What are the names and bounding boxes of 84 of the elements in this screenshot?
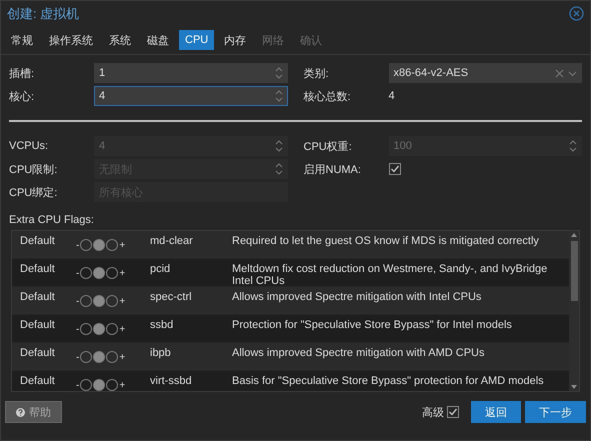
- tab[interactable]: CPU: [179, 30, 214, 50]
- table-cell-text: pcid: [150, 263, 172, 277]
- spinner-arrows-icon[interactable]: [274, 66, 282, 80]
- minus-label: -: [76, 324, 80, 334]
- clear-icon[interactable]: [555, 68, 564, 78]
- plus-label: +: [119, 324, 126, 334]
- plus-label: +: [119, 352, 126, 362]
- dialog-button[interactable]: 下一步: [525, 401, 586, 423]
- checkbox[interactable]: [447, 406, 459, 418]
- field-label: CPU限制:: [9, 162, 58, 176]
- tab[interactable]: 操作系统: [43, 30, 99, 50]
- checkbox-label: 高级: [422, 406, 444, 420]
- radio-button[interactable]: [93, 379, 106, 391]
- tab[interactable]: 内存: [218, 30, 252, 50]
- table-cell-text: Allows improved Spectre mitigation with Intel CPUs: [232, 291, 482, 305]
- minus-label: -: [76, 240, 80, 250]
- scrollbar[interactable]: [569, 231, 579, 391]
- radio-button[interactable]: [106, 323, 118, 335]
- caret-icon[interactable]: [568, 68, 577, 78]
- checkbox[interactable]: [388, 163, 400, 175]
- field-label: 核心:: [9, 90, 36, 104]
- close-icon[interactable]: [569, 6, 584, 21]
- radio-button[interactable]: [80, 323, 92, 335]
- radio-button[interactable]: [106, 267, 118, 279]
- table-cell-text: Default: [20, 291, 56, 305]
- field-label: 核心总数:: [304, 90, 352, 104]
- plus-label: +: [119, 240, 126, 250]
- dropdown-field[interactable]: x86-64-v2-AES: [388, 63, 582, 83]
- field-label: VCPUs:: [9, 140, 50, 152]
- table-cell-text: Meltdown fix cost reduction on Westmere, Sandy-, and IvyBridge Intel CPUs: [232, 263, 548, 287]
- question-icon: [16, 408, 25, 416]
- plus-label: +: [119, 380, 126, 390]
- table-cell-text: Default: [20, 319, 56, 333]
- minus-label: -: [76, 296, 80, 306]
- radio-button[interactable]: [80, 295, 92, 307]
- section-label: Extra CPU Flags:: [9, 214, 95, 226]
- minus-label: -: [76, 268, 80, 278]
- window-title: 创建: 虚拟机: [7, 4, 80, 22]
- field-label: 插槽:: [9, 66, 36, 80]
- input-field[interactable]: 1: [94, 63, 288, 83]
- scroll-up-icon[interactable]: [570, 231, 578, 239]
- input-field[interactable]: 4: [94, 86, 288, 106]
- table-cell-text: Allows improved Spectre mitigation with AMD CPUs: [232, 347, 486, 361]
- radio-button[interactable]: [106, 295, 118, 307]
- table-cell-text: Protection for "Speculative Store Bypass" for Intel models: [232, 319, 513, 333]
- table-cell-text: spec-ctrl: [150, 291, 193, 305]
- tab[interactable]: 常规: [5, 30, 39, 50]
- radio-button[interactable]: [93, 323, 106, 335]
- field-label: CPU权重:: [304, 140, 353, 154]
- minus-label: -: [76, 352, 80, 362]
- table-cell-text: Default: [20, 375, 56, 389]
- radio-button[interactable]: [93, 267, 106, 279]
- scroll-down-icon[interactable]: [570, 383, 578, 391]
- table-cell-text: md-clear: [150, 235, 194, 249]
- tab[interactable]: 系统: [103, 30, 137, 50]
- spinner-arrows-icon[interactable]: [274, 89, 282, 103]
- tab[interactable]: 磁盘: [141, 30, 175, 50]
- radio-button[interactable]: [80, 351, 92, 363]
- table-cell-text: Default: [20, 235, 56, 249]
- radio-button[interactable]: [80, 239, 92, 251]
- radio-button[interactable]: [106, 239, 118, 251]
- radio-button[interactable]: [106, 379, 118, 391]
- plus-label: +: [119, 296, 126, 306]
- radio-button[interactable]: [93, 351, 106, 363]
- radio-button[interactable]: [80, 267, 92, 279]
- table-cell-text: Required to let the guest OS know if MDS is mitigated correctly: [232, 235, 540, 249]
- dialog-button[interactable]: 返回: [471, 401, 521, 423]
- table-cell-text: Basis for "Speculative Store Bypass" protection for AMD models: [232, 375, 545, 389]
- table-cell-text: ssbd: [150, 319, 174, 333]
- table-cell-text: virt-ssbd: [150, 375, 193, 389]
- help-button[interactable]: 帮助: [5, 401, 62, 423]
- radio-button[interactable]: [93, 239, 106, 251]
- radio-button[interactable]: [93, 295, 106, 307]
- plus-label: +: [119, 268, 126, 278]
- field-label: CPU绑定:: [9, 186, 58, 200]
- table-cell-text: Default: [20, 263, 56, 277]
- field-value: 4: [388, 90, 395, 102]
- radio-button[interactable]: [80, 379, 92, 391]
- radio-button[interactable]: [106, 351, 118, 363]
- table-cell-text: Default: [20, 347, 56, 361]
- field-label: 启用NUMA:: [304, 162, 362, 176]
- minus-label: -: [76, 380, 80, 390]
- table-cell-text: ibpb: [150, 347, 172, 361]
- field-label: 类别:: [304, 66, 330, 80]
